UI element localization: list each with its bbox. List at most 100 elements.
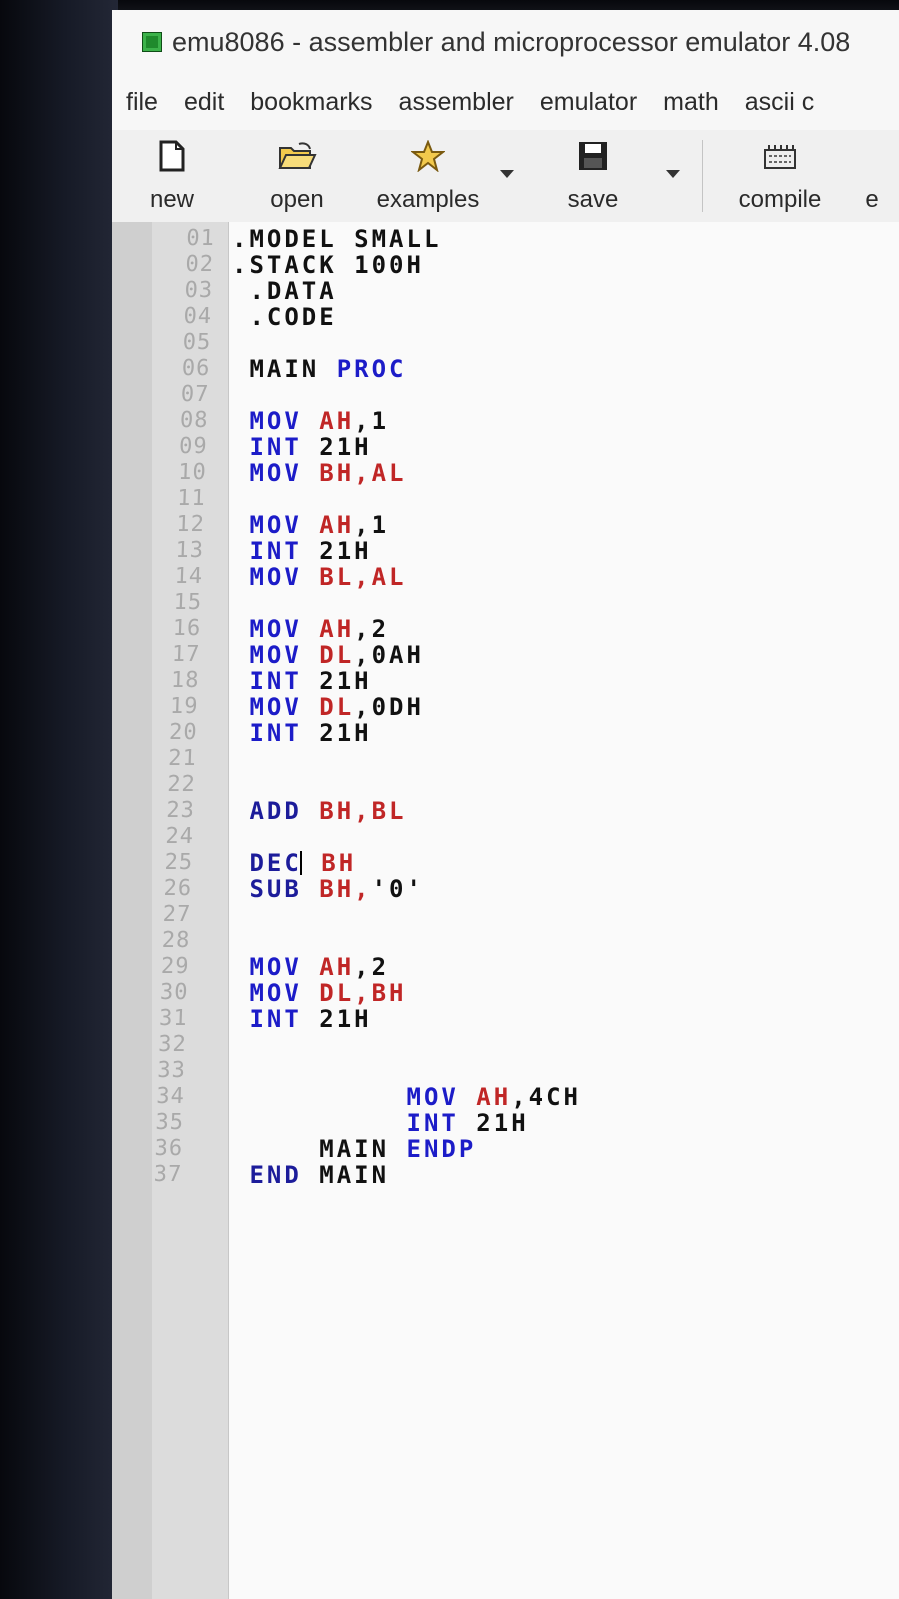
menu-assembler[interactable]: assembler xyxy=(386,88,527,117)
code-line[interactable]: .CODE xyxy=(232,304,581,330)
code-token: ,2 xyxy=(354,953,390,981)
code-line[interactable]: MOV BL,AL xyxy=(232,564,581,590)
code-line[interactable] xyxy=(232,1058,581,1084)
line-number: 15 xyxy=(173,590,203,615)
code-line[interactable]: .DATA xyxy=(232,278,581,304)
code-line[interactable]: MOV AH,2 xyxy=(232,616,581,642)
code-token: BH xyxy=(303,849,357,877)
code-line[interactable]: MOV AH,2 xyxy=(232,954,581,980)
code-line[interactable] xyxy=(232,746,581,772)
code-line[interactable] xyxy=(232,486,581,512)
code-line[interactable] xyxy=(232,330,581,356)
code-token: MOV xyxy=(232,693,320,721)
monitor-bezel-left xyxy=(0,0,118,1599)
save-dropdown-arrow-icon[interactable] xyxy=(666,170,680,178)
code-token: 21H xyxy=(319,433,372,461)
code-token: MAIN xyxy=(232,355,337,383)
code-line[interactable]: MOV AH,1 xyxy=(232,408,581,434)
code-token: MOV xyxy=(232,511,320,539)
line-number: 21 xyxy=(167,746,198,771)
code-token: ,0DH xyxy=(354,693,424,721)
code-line[interactable]: INT 21H xyxy=(232,1006,581,1032)
line-number: 29 xyxy=(160,954,190,979)
code-line[interactable]: MOV BH,AL xyxy=(232,460,581,486)
line-number: 34 xyxy=(155,1084,186,1109)
code-token: BH, xyxy=(319,875,372,903)
code-line[interactable]: INT 21H xyxy=(232,434,581,460)
code-token: INT xyxy=(232,433,320,461)
code-line[interactable] xyxy=(232,1032,581,1058)
menu-emulator[interactable]: emulator xyxy=(527,88,650,117)
code-line[interactable] xyxy=(232,772,581,798)
line-number: 22 xyxy=(166,772,197,797)
code-token: '0' xyxy=(371,875,424,903)
code-line[interactable] xyxy=(232,902,581,928)
menu-ascii-codes[interactable]: ascii c xyxy=(732,88,827,117)
line-number: 12 xyxy=(175,512,206,537)
emulate-button[interactable]: e xyxy=(852,130,892,220)
code-line[interactable] xyxy=(232,382,581,408)
save-button[interactable]: save xyxy=(558,130,628,220)
code-token: MAIN xyxy=(232,1135,407,1163)
text-caret xyxy=(299,851,302,875)
code-token: ADD xyxy=(232,797,320,825)
new-label: new xyxy=(149,186,195,213)
new-file-icon xyxy=(159,140,185,172)
code-line[interactable]: INT 21H xyxy=(232,1110,581,1136)
code-line[interactable]: DEC BH xyxy=(232,850,581,876)
code-line[interactable]: INT 21H xyxy=(232,720,581,746)
line-number: 31 xyxy=(158,1006,189,1031)
code-token: AH xyxy=(476,1083,512,1111)
code-line[interactable]: MOV DL,BH xyxy=(232,980,581,1006)
code-token: AH xyxy=(319,615,355,643)
code-token: MOV xyxy=(232,563,320,591)
examples-button[interactable]: examples xyxy=(368,130,488,220)
menu-edit[interactable]: edit xyxy=(171,88,237,117)
code-token: 21H xyxy=(319,537,372,565)
code-token: AH xyxy=(319,407,355,435)
line-number: 18 xyxy=(170,668,200,693)
left-margin-strip xyxy=(112,222,152,1599)
code-line[interactable]: SUB BH,'0' xyxy=(232,876,581,902)
code-line[interactable]: MAIN ENDP xyxy=(232,1136,581,1162)
code-token: .DATA xyxy=(232,277,337,305)
line-number: 16 xyxy=(172,616,202,641)
code-line[interactable]: .STACK 100H xyxy=(232,252,581,278)
menu-bookmarks[interactable]: bookmarks xyxy=(237,88,385,117)
code-line[interactable] xyxy=(232,824,581,850)
toolbar-separator xyxy=(702,140,703,212)
code-line[interactable]: MOV DL,0AH xyxy=(232,642,581,668)
open-button[interactable]: open xyxy=(262,130,332,220)
code-token: ,2 xyxy=(354,615,390,643)
code-line[interactable] xyxy=(232,928,581,954)
code-line[interactable]: MOV AH,1 xyxy=(232,512,581,538)
code-line[interactable]: MOV DL,0DH xyxy=(232,694,581,720)
code-line[interactable]: INT 21H xyxy=(232,668,581,694)
code-token: .CODE xyxy=(232,303,337,331)
compile-button[interactable]: compile xyxy=(728,130,832,220)
code-line[interactable]: MAIN PROC xyxy=(232,356,581,382)
code-line[interactable]: MOV AH,4CH xyxy=(232,1084,581,1110)
code-line[interactable] xyxy=(232,590,581,616)
code-token: AH xyxy=(319,953,355,981)
line-number: 11 xyxy=(176,486,207,511)
source-code[interactable]: .MODEL SMALL .STACK 100H .DATA .CODE MAIN… xyxy=(232,226,581,1188)
menu-file[interactable]: file xyxy=(112,88,171,117)
code-line[interactable]: INT 21H xyxy=(232,538,581,564)
code-token: MOV xyxy=(232,1083,477,1111)
code-line[interactable]: .MODEL SMALL xyxy=(232,226,581,252)
code-line[interactable]: ADD BH,BL xyxy=(232,798,581,824)
chip-icon xyxy=(142,32,162,52)
code-line[interactable]: END MAIN xyxy=(232,1162,581,1188)
line-number: 37 xyxy=(153,1162,183,1187)
code-token: 21H xyxy=(319,719,372,747)
line-number: 24 xyxy=(165,824,195,849)
menu-math[interactable]: math xyxy=(650,88,732,117)
title-bar: emu8086 - assembler and microprocessor e… xyxy=(112,10,899,74)
code-token: PROC xyxy=(336,355,407,383)
menu-bar: file edit bookmarks assembler emulator m… xyxy=(112,74,899,130)
new-button[interactable]: new xyxy=(142,130,202,220)
examples-dropdown-arrow-icon[interactable] xyxy=(500,170,514,178)
code-token: MOV xyxy=(232,407,320,435)
code-token: BH,AL xyxy=(319,459,407,487)
